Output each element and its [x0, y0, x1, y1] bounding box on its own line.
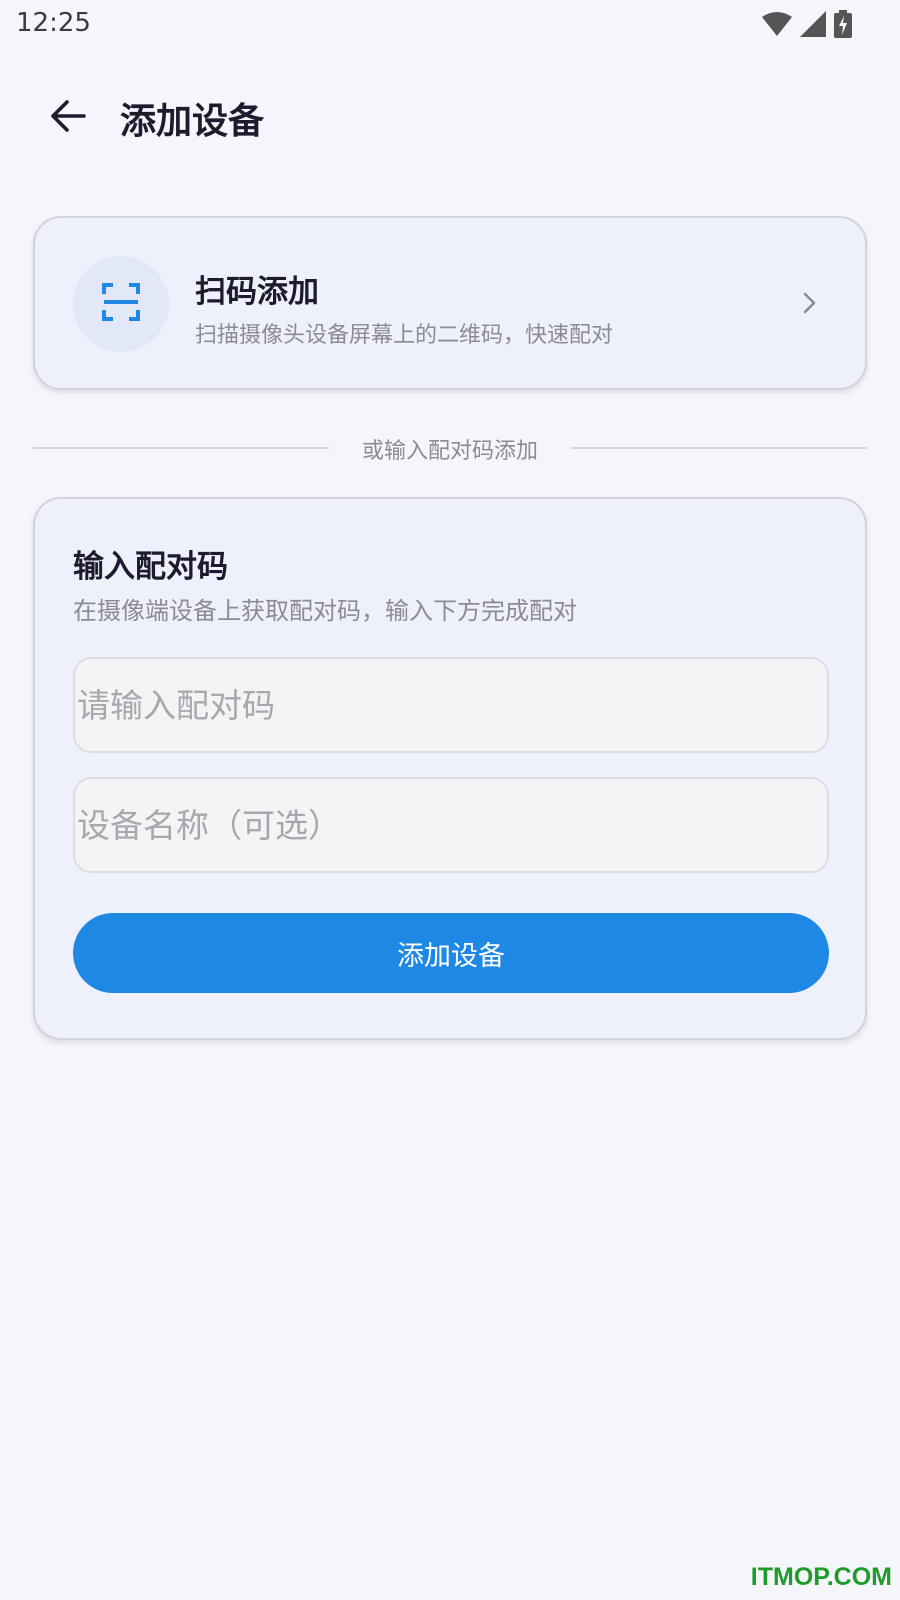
- pair-code-card: 输入配对码 在摄像端设备上获取配对码，输入下方完成配对 添加设备: [33, 497, 867, 1040]
- status-time: 12:25: [16, 8, 91, 38]
- pair-code-input[interactable]: [73, 657, 829, 753]
- or-divider: 或输入配对码添加: [33, 433, 867, 464]
- qr-scan-icon: [101, 282, 141, 326]
- battery-charging-icon: [834, 10, 852, 42]
- scan-subtitle: 扫描摄像头设备屏幕上的二维码，快速配对: [195, 323, 614, 348]
- page-title: 添加设备: [120, 101, 265, 142]
- wifi-icon: [762, 11, 792, 41]
- divider-text: 或输入配对码添加: [361, 439, 538, 464]
- pair-subtitle: 在摄像端设备上获取配对码，输入下方完成配对: [73, 597, 577, 625]
- signal-icon: [800, 11, 826, 41]
- status-icons: [762, 10, 852, 42]
- status-bar: 12:25: [0, 0, 900, 50]
- chevron-right-icon: [797, 290, 821, 316]
- pair-title: 输入配对码: [73, 549, 228, 585]
- scan-add-card[interactable]: 扫码添加 扫描摄像头设备屏幕上的二维码，快速配对: [33, 216, 867, 390]
- watermark: ITMOP.COM: [750, 1563, 892, 1591]
- app-bar: 添加设备: [0, 68, 900, 164]
- scan-icon-circle: [73, 256, 169, 352]
- add-device-button[interactable]: 添加设备: [73, 913, 829, 993]
- back-button[interactable]: [40, 90, 96, 146]
- divider-line-right: [571, 447, 867, 449]
- arrow-left-icon: [50, 99, 86, 137]
- device-name-input[interactable]: [73, 777, 829, 873]
- scan-title: 扫码添加: [195, 274, 319, 310]
